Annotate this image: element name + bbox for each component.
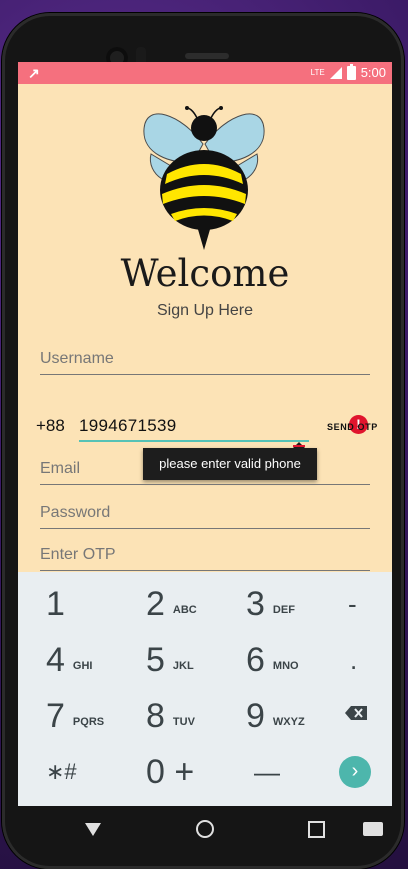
key-5-letters: JKL xyxy=(172,660,194,672)
key-4-label: 4 xyxy=(46,640,65,679)
key-9-letters: WXYZ xyxy=(272,716,305,728)
key-star-hash-label: ∗# xyxy=(46,759,77,784)
key-period[interactable]: . xyxy=(350,634,357,686)
network-type: LTE xyxy=(310,68,325,77)
key-3[interactable]: 3 DEF xyxy=(246,578,295,630)
welcome-title: Welcome xyxy=(120,252,290,295)
phone-field[interactable]: 1994671539 ! xyxy=(79,412,368,442)
status-icons: LTE 5:00 xyxy=(310,63,386,80)
email-field[interactable]: Email xyxy=(40,454,370,485)
password-field[interactable]: Password xyxy=(40,498,370,529)
key-8-label: 8 xyxy=(146,696,165,735)
key-0-label: 0 + xyxy=(146,752,195,791)
otp-field[interactable]: Enter OTP xyxy=(40,540,370,571)
phone-value: 1994671539 xyxy=(79,416,177,435)
battery-icon xyxy=(346,63,356,80)
speaker-grill xyxy=(185,53,229,59)
key-7-label: 7 xyxy=(46,696,65,735)
key-1[interactable]: 1 xyxy=(46,578,65,630)
key-space[interactable]: — xyxy=(254,746,280,798)
key-9-label: 9 xyxy=(246,696,265,735)
key-2-label: 2 xyxy=(146,584,165,623)
status-time: 5:00 xyxy=(360,65,386,80)
key-2[interactable]: 2 ABC xyxy=(146,578,197,630)
key-1-label: 1 xyxy=(46,584,65,623)
password-placeholder: Password xyxy=(40,504,111,521)
username-placeholder: Username xyxy=(40,350,114,367)
key-space-label: — xyxy=(254,756,280,787)
phone-row: +88 1994671539 ! SEND OTP xyxy=(18,412,392,444)
signup-subtitle: Sign Up Here xyxy=(156,302,254,319)
otp-placeholder: Enter OTP xyxy=(40,546,116,563)
send-otp-button[interactable]: SEND OTP xyxy=(327,422,378,432)
key-dash-label: - xyxy=(348,588,357,619)
chevron-right-icon: › xyxy=(351,760,359,782)
key-0[interactable]: 0 + xyxy=(146,746,194,798)
back-icon[interactable] xyxy=(78,814,108,844)
key-3-label: 3 xyxy=(246,584,265,623)
key-7[interactable]: 7 PQRS xyxy=(46,690,104,742)
key-8[interactable]: 8 TUV xyxy=(146,690,195,742)
country-code[interactable]: +88 xyxy=(36,416,65,436)
recents-icon[interactable] xyxy=(301,814,331,844)
key-8-letters: TUV xyxy=(172,716,195,728)
home-icon[interactable] xyxy=(190,814,220,844)
key-star-hash[interactable]: ∗# xyxy=(46,746,77,798)
key-9[interactable]: 9 WXYZ xyxy=(246,690,305,742)
key-4[interactable]: 4 GHI xyxy=(46,634,92,686)
notification-icon: ↗ xyxy=(28,65,40,81)
status-bar: ↗ LTE 5:00 xyxy=(18,62,392,84)
bee-logo xyxy=(143,106,265,250)
app-screen: ↗ LTE 5:00 Welcome Sign Up Here Username xyxy=(18,62,392,806)
key-5[interactable]: 5 JKL xyxy=(146,634,194,686)
key-5-label: 5 xyxy=(146,640,165,679)
key-4-letters: GHI xyxy=(72,660,93,672)
key-6-letters: MNO xyxy=(272,660,299,672)
numeric-keyboard: 1 2 ABC 3 DEF - 4 GHI 5 JKL 6 MNO . 7 PQ… xyxy=(18,572,392,806)
email-placeholder: Email xyxy=(40,460,81,477)
key-6[interactable]: 6 MNO xyxy=(246,634,299,686)
key-3-letters: DEF xyxy=(272,604,295,616)
keyboard-icon[interactable] xyxy=(358,814,388,844)
key-dash[interactable]: - xyxy=(348,578,357,630)
signal-icon xyxy=(329,66,342,79)
key-period-label: . xyxy=(350,644,358,675)
android-nav-bar xyxy=(18,806,392,856)
username-field[interactable]: Username xyxy=(40,344,370,375)
next-button[interactable]: › xyxy=(339,756,371,788)
backspace-icon[interactable] xyxy=(345,706,367,720)
key-2-letters: ABC xyxy=(172,604,197,616)
key-6-label: 6 xyxy=(246,640,265,679)
key-7-letters: PQRS xyxy=(72,716,105,728)
